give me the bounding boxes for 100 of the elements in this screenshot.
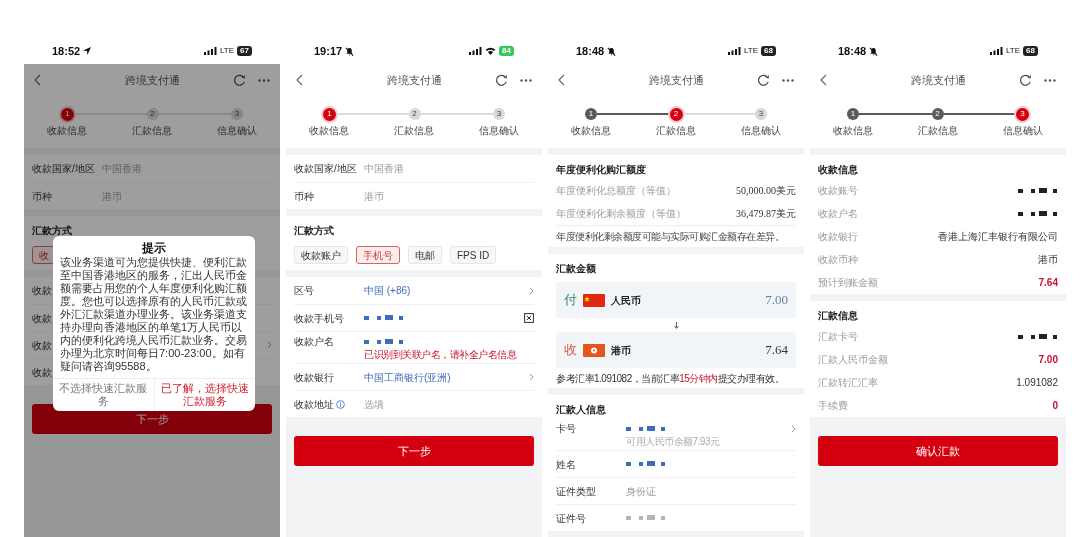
field-value: 中国工商银行(亚洲) — [364, 370, 451, 385]
dialog-button[interactable]: 已了解，选择快速汇款服务 — [153, 379, 255, 411]
more-icon[interactable] — [258, 78, 270, 82]
field-label: 证件类型 — [556, 484, 596, 499]
field-label: 汇款卡号 — [818, 330, 858, 344]
step-indicator: 3 — [755, 108, 767, 120]
more-icon[interactable] — [520, 78, 532, 82]
field-label: 收款 — [32, 338, 52, 353]
status-time: 19:17 — [314, 43, 343, 59]
back-icon[interactable] — [34, 74, 41, 86]
back-icon[interactable] — [558, 74, 565, 86]
status-time: 18:48 — [576, 43, 605, 59]
field-value: 0 — [1052, 399, 1058, 413]
step-indicator: 1 — [61, 107, 74, 121]
field-label: 收款 — [32, 284, 52, 298]
payment-method-chip[interactable]: 手机号 — [356, 246, 400, 264]
payment-method-chip[interactable]: 收款账户 — [294, 246, 348, 264]
rate-note: 参考汇率1.091082，当前汇率15分钟内提交办理有效。 — [556, 371, 785, 386]
field-label: 收款国家/地区 — [32, 162, 95, 176]
field-label: 币种 — [294, 189, 314, 204]
refresh-icon[interactable] — [495, 73, 508, 87]
section-title: 汇款方式 — [294, 224, 334, 238]
field-value: 香港上海汇丰银行有限公司 — [938, 230, 1058, 244]
status-time: 18:48 — [838, 43, 867, 59]
chevron-right-icon[interactable] — [529, 286, 534, 295]
amount-value: 7.00 — [765, 291, 788, 310]
field-label: 收款户名 — [294, 335, 334, 349]
page-title: 跨境支付通 — [647, 72, 705, 88]
step-indicator: 2 — [408, 108, 421, 120]
primary-button[interactable]: 下一步 — [294, 436, 534, 466]
page-title: 跨境支付通 — [123, 72, 181, 88]
refresh-icon[interactable] — [757, 73, 770, 87]
payment-method-chip[interactable]: FPS ID — [450, 246, 497, 264]
more-icon[interactable] — [782, 78, 794, 82]
amount-value: 7.64 — [765, 341, 788, 360]
chevron-right-icon[interactable] — [529, 373, 534, 381]
step-indicator: 3 — [493, 108, 505, 120]
section-title: 汇款人信息 — [556, 403, 606, 417]
field-label: 证件号 — [556, 511, 586, 526]
step-indicator: 3 — [231, 108, 243, 120]
field-label: 收款户名 — [818, 207, 858, 221]
battery-indicator: 67 — [237, 46, 252, 56]
step-label: 汇款信息 — [918, 124, 958, 137]
back-icon[interactable] — [820, 74, 827, 86]
dialog-title: 提示 — [142, 240, 166, 255]
step-label: 汇款信息 — [656, 124, 696, 137]
field-label: 收款国家/地区 — [294, 162, 357, 176]
signal-icon — [204, 47, 217, 55]
step-label: 收款信息 — [46, 124, 87, 137]
page-title: 跨境支付通 — [385, 72, 443, 88]
field-label: 收款账号 — [818, 184, 858, 198]
field-value: 7.64 — [1038, 276, 1058, 290]
signal-icon — [728, 47, 741, 55]
field-label: 姓名 — [556, 457, 576, 472]
field-label: 收款手机号 — [294, 311, 344, 326]
step-indicator: 1 — [323, 107, 336, 121]
field-label: 预计到账金额 — [818, 276, 878, 290]
step-label: 信息确认 — [1003, 124, 1044, 137]
field-note: 已识别到关联户名，请补全户名信息 — [364, 349, 516, 361]
field-value: 1.091082 — [1016, 376, 1058, 390]
signal-icon — [990, 47, 1003, 55]
step-label: 收款信息 — [308, 124, 349, 137]
currency-name: 人民币 — [611, 293, 641, 308]
step-indicator: 2 — [146, 108, 159, 120]
payment-method-chip[interactable]: 收 — [32, 246, 56, 264]
battery-indicator: 68 — [761, 46, 776, 56]
more-icon[interactable] — [1044, 78, 1056, 82]
amount-direction: 付 — [564, 291, 577, 310]
chevron-right-icon[interactable] — [791, 424, 796, 433]
field-label: 汇款转汇汇率 — [818, 376, 878, 390]
step-indicator: 2 — [669, 107, 683, 121]
back-icon[interactable] — [296, 74, 303, 86]
network-label: LTE — [744, 45, 759, 57]
field-value: 50,000.00美元 — [736, 184, 796, 198]
field-value: 中国 (+86) — [364, 284, 411, 298]
network-label: LTE — [220, 45, 235, 57]
battery-indicator: 68 — [1023, 46, 1038, 56]
arrow-down-icon — [673, 321, 679, 329]
field-label: 收款银行 — [818, 230, 858, 244]
refresh-icon[interactable] — [1019, 73, 1032, 87]
flag-icon — [583, 343, 605, 357]
step-indicator: 3 — [1016, 107, 1029, 121]
section-title: 年度便利化购汇额度 — [556, 163, 646, 177]
step-label: 信息确认 — [217, 124, 258, 137]
section-title: 汇款金额 — [556, 262, 596, 276]
refresh-icon[interactable] — [233, 73, 246, 87]
step-label: 信息确认 — [741, 124, 782, 137]
payment-method-chip[interactable]: 电邮 — [408, 246, 442, 264]
step-label: 汇款信息 — [132, 124, 172, 137]
field-value: 港币 — [364, 189, 384, 204]
amount-direction: 收 — [564, 341, 577, 360]
field-label: 币种 — [32, 189, 52, 204]
step-label: 信息确认 — [479, 124, 520, 137]
signal-icon — [469, 47, 483, 55]
address-input[interactable]: 选填 — [364, 396, 464, 412]
status-time: 18:52 — [52, 43, 81, 59]
primary-button[interactable]: 确认汇款 — [818, 436, 1058, 466]
step-label: 收款信息 — [832, 124, 873, 137]
page-title: 跨境支付通 — [909, 72, 967, 88]
info-icon[interactable] — [336, 399, 345, 409]
